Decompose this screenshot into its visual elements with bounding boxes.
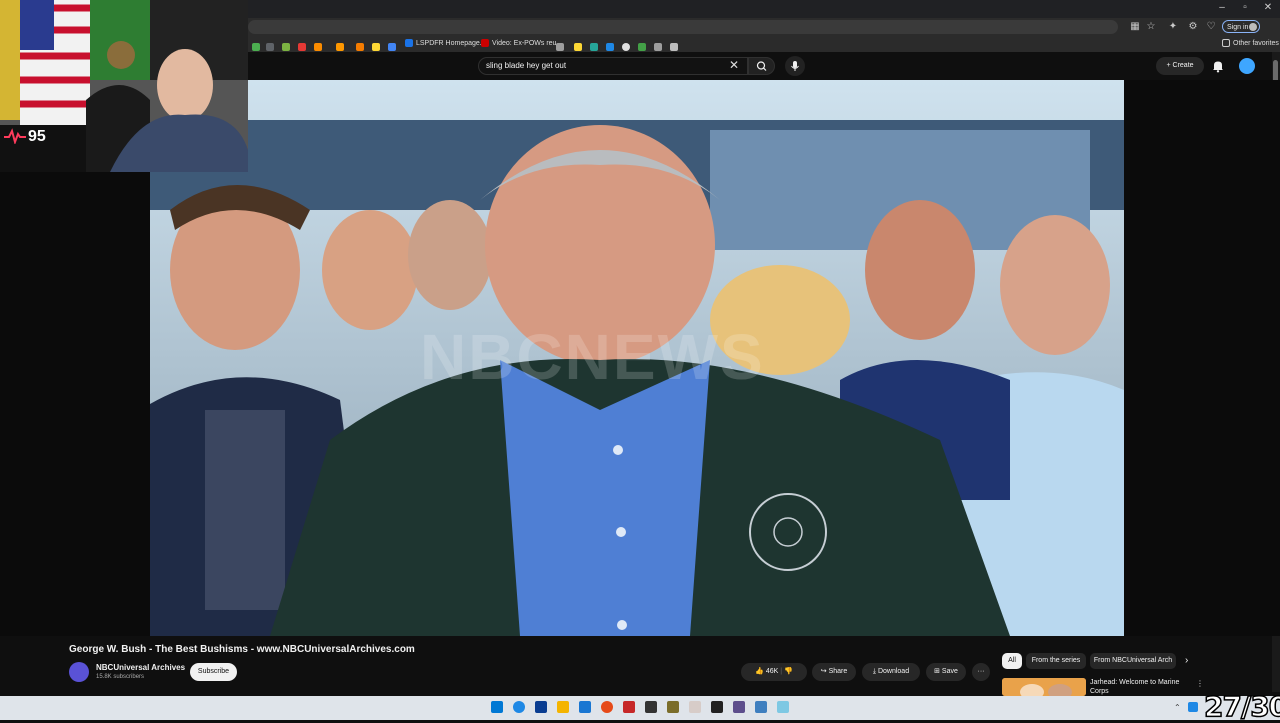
app-icon[interactable] [689, 701, 701, 713]
app-icon[interactable] [535, 701, 547, 713]
apps-icon[interactable]: ▦ [1128, 20, 1142, 34]
maximize-button[interactable]: ▫ [1237, 2, 1253, 13]
download-button[interactable]: ⤓ Download [862, 663, 920, 681]
heart-rate-value: 95 [28, 128, 46, 145]
url-field[interactable] [248, 20, 1118, 34]
channel-avatar[interactable] [69, 662, 89, 682]
thumbs-up-icon[interactable]: 👍 [755, 668, 764, 675]
tray-chevron-icon[interactable]: ⌃ [1174, 703, 1181, 712]
save-label: Save [941, 668, 958, 675]
app-icon[interactable] [733, 701, 745, 713]
subscriber-count: 15.8K subscribers [96, 674, 145, 680]
more-actions-button[interactable]: ··· [972, 663, 990, 681]
chip-from-channel[interactable]: From NBCUniversal Arch [1090, 653, 1176, 669]
address-bar [248, 18, 1280, 36]
browser-tabstrip [248, 0, 1208, 18]
extensions-icon[interactable]: ✦ [1166, 20, 1180, 34]
close-icon[interactable]: ✕ [729, 58, 739, 72]
star-icon[interactable]: ☆ [1144, 20, 1158, 34]
create-button[interactable]: + Create [1156, 57, 1204, 75]
file-explorer-icon[interactable] [557, 701, 569, 713]
settings-icon[interactable]: ⚙ [1186, 20, 1200, 34]
recommended-title[interactable]: Jarhead: Welcome to Marine Corps [1090, 678, 1190, 696]
other-favorites[interactable]: Other favorites [1222, 38, 1279, 50]
share-icon: ↪ [820, 668, 829, 675]
chip-all[interactable]: All [1002, 653, 1022, 669]
chip-from-series[interactable]: From the series [1026, 653, 1086, 669]
recommended-thumbnail[interactable] [1002, 678, 1086, 696]
like-count[interactable]: 46K [766, 668, 778, 675]
create-label: Create [1172, 62, 1194, 69]
video-watermark: NBCNEWS [420, 321, 765, 393]
bookmark-icons-left[interactable] [252, 39, 352, 51]
bookmark-icons-mid[interactable] [356, 39, 406, 51]
edge-icon[interactable] [513, 701, 525, 713]
tray-app-icon[interactable] [1188, 702, 1198, 712]
bookmark-label: Video: Ex-POWs reu... [492, 40, 563, 47]
thumbs-down-icon[interactable]: 👎 [784, 668, 793, 675]
channel-name[interactable]: NBCUniversal Archives [96, 663, 185, 672]
mic-icon [791, 61, 799, 71]
app-icon[interactable] [711, 701, 723, 713]
share-button[interactable]: ↪ Share [812, 663, 856, 681]
account-avatar[interactable] [1239, 58, 1255, 74]
windows-taskbar [0, 696, 1280, 720]
bookmark-lspdfr[interactable]: LSPDFR Homepage... [405, 38, 486, 50]
counter-overlay: 27/30 [1203, 689, 1280, 723]
app-icon[interactable] [579, 701, 591, 713]
divider: | [780, 668, 783, 675]
bookmark-icon: ⊞ [934, 668, 942, 675]
app-icon[interactable] [645, 701, 657, 713]
search-icon [756, 61, 767, 71]
bookmark-favicon [481, 39, 489, 48]
search-button[interactable] [748, 57, 775, 75]
subscribe-button[interactable]: Subscribe [190, 663, 237, 681]
bookmark-icons-right[interactable] [556, 39, 686, 51]
share-label: Share [828, 668, 848, 675]
bookmark-video-pows[interactable]: Video: Ex-POWs reu... [481, 38, 562, 50]
app-icon[interactable] [777, 701, 789, 713]
search-query-text: sling blade hey get out [486, 61, 567, 70]
download-label: Download [877, 668, 910, 675]
voice-search-button[interactable] [785, 56, 805, 76]
heartbeat-icon [4, 128, 26, 146]
folder-icon [1222, 39, 1230, 48]
sign-in-button[interactable]: Sign in [1222, 20, 1260, 33]
webcam-image [0, 0, 248, 172]
other-favorites-label: Other favorites [1233, 40, 1279, 47]
sign-in-label: Sign in [1227, 24, 1249, 31]
video-title: George W. Bush - The Best Bushisms - www… [69, 644, 415, 655]
profile-avatar [1249, 23, 1257, 31]
notifications-button[interactable] [1210, 58, 1226, 74]
close-button[interactable]: ✕ [1260, 2, 1276, 13]
app-icon[interactable] [601, 701, 613, 713]
webcam-overlay [0, 0, 248, 172]
bookmark-favicon [405, 39, 413, 48]
more-vert-icon[interactable]: ⋮ [1196, 679, 1204, 688]
like-dislike-group: 👍 46K | 👎 [741, 663, 807, 681]
heart-icon[interactable]: ♡ [1204, 20, 1218, 34]
chevron-right-icon[interactable]: › [1185, 655, 1188, 666]
app-icon[interactable] [755, 701, 767, 713]
windows-start-icon[interactable] [491, 701, 503, 713]
minimize-button[interactable]: – [1214, 2, 1230, 13]
bookmark-label: LSPDFR Homepage... [416, 40, 486, 47]
bell-icon [1213, 61, 1223, 73]
app-icon[interactable] [623, 701, 635, 713]
app-icon[interactable] [667, 701, 679, 713]
save-button[interactable]: ⊞ Save [926, 663, 966, 681]
